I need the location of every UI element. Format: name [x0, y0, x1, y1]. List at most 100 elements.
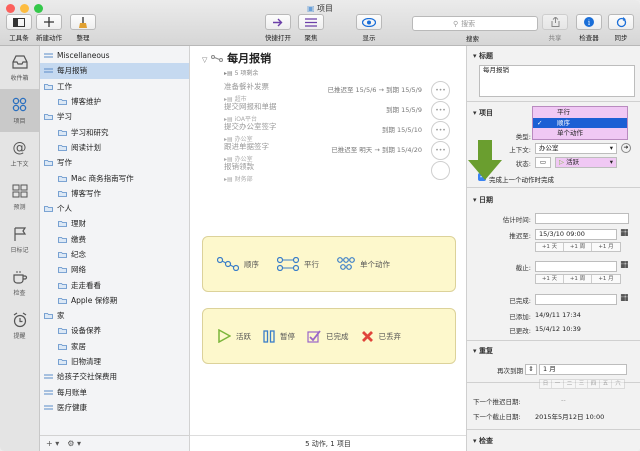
dates-section-header[interactable]: ▾ 日期 [473, 195, 493, 205]
task-status-circle[interactable]: ••• [431, 81, 450, 100]
perspective-rail: 收件箱 项目 @ 上下文 预测 日标记 检查 提醒 [0, 46, 40, 451]
sidebar-item[interactable]: 旧物清理 [40, 354, 189, 369]
add-button[interactable]: + ▾ [46, 439, 59, 448]
status-select[interactable]: ▷ 活跃 ▾ [555, 157, 617, 168]
rail-item-review[interactable]: 检查 [0, 261, 39, 304]
due-field[interactable] [535, 261, 617, 272]
review-section-header[interactable]: ▾ 检查 [473, 436, 493, 446]
sidebar-toggle-button[interactable]: 工具条 [6, 14, 32, 42]
folder-icon[interactable]: ▭ [535, 157, 551, 168]
context-select[interactable]: 办公室 ▾ [535, 143, 617, 154]
search-input[interactable]: ⚲ 搜索 [412, 16, 538, 31]
sidebar-item[interactable]: Miscellaneous [40, 48, 189, 63]
sidebar-item[interactable]: 家居 [40, 339, 189, 354]
weekday-toggle[interactable]: 一 [552, 380, 564, 388]
weekday-selector[interactable]: 日一二三四五六 [539, 379, 625, 389]
estimate-field[interactable] [535, 213, 629, 224]
weekday-toggle[interactable]: 三 [576, 380, 588, 388]
weekday-toggle[interactable]: 日 [540, 380, 552, 388]
folder-icon [58, 220, 67, 228]
type-menu-item[interactable]: ✓ 顺序 [533, 117, 627, 128]
sidebar-item[interactable]: Mac 商务指南写作 [40, 170, 189, 185]
type-menu-item[interactable]: 单个动作 [533, 128, 627, 139]
sidebar-item[interactable]: 理财 [40, 216, 189, 231]
weekday-toggle[interactable]: 四 [588, 380, 600, 388]
completed-field[interactable] [535, 294, 617, 305]
added-value: 14/9/11 17:34 [535, 311, 581, 319]
sidebar-item[interactable]: 医疗健康 [40, 400, 189, 415]
rail-item-forecast[interactable]: 预测 [0, 175, 39, 218]
sidebar-item[interactable]: 工作 [40, 79, 189, 94]
sidebar-item-label: 理财 [71, 219, 86, 229]
plus-month-button[interactable]: +1 月 [592, 243, 620, 251]
sidebar-item[interactable]: 阅读计划 [40, 140, 189, 155]
sidebar-item[interactable]: 给孩子交社保费用 [40, 369, 189, 384]
new-action-button[interactable]: 新建动作 [36, 14, 62, 42]
sidebar-item[interactable]: 每月账单 [40, 385, 189, 400]
weekday-toggle[interactable]: 五 [600, 380, 612, 388]
sidebar-item[interactable]: Apple 保修期 [40, 293, 189, 308]
task-status-circle[interactable]: ••• [431, 121, 450, 140]
task-row[interactable]: 跟进单据签字 ▸▤ 办公室 已推迟至 明天 → 到期 15/4/20 ••• [224, 141, 454, 163]
weekday-toggle[interactable]: 六 [612, 380, 624, 388]
calendar-icon[interactable]: ▦ [620, 228, 629, 238]
task-status-circle[interactable]: ••• [431, 141, 450, 160]
weekday-toggle[interactable]: 二 [564, 380, 576, 388]
type-menu-item[interactable]: 平行 [533, 107, 627, 118]
sidebar-item[interactable]: 学习和研究 [40, 124, 189, 139]
focus-button[interactable]: 聚焦 [298, 14, 324, 42]
defer-field[interactable]: 15/3/10 09:00 [535, 229, 617, 240]
sidebar-item[interactable]: 博客写作 [40, 186, 189, 201]
sidebar-item[interactable]: 写作 [40, 155, 189, 170]
alarm-clock-icon [13, 312, 26, 327]
task-status-circle[interactable]: ••• [431, 101, 450, 120]
defer-steppers[interactable]: +1 天 +1 周 +1 月 [535, 242, 621, 252]
calendar-icon[interactable]: ▦ [620, 293, 629, 303]
sidebar-item[interactable]: 网络 [40, 262, 189, 277]
sidebar-item[interactable]: 设备保养 [40, 323, 189, 338]
sidebar-item[interactable]: 学习 [40, 109, 189, 124]
plus-day-button[interactable]: +1 天 [536, 243, 564, 251]
calendar-icon[interactable]: ▦ [620, 260, 629, 270]
sidebar-item[interactable]: 家 [40, 308, 189, 323]
sidebar-item[interactable]: 博客维护 [40, 94, 189, 109]
project-title[interactable]: 每月报销 [227, 52, 271, 65]
title-field[interactable]: 每月报销 [479, 65, 635, 97]
sidebar-item[interactable]: 走走看看 [40, 277, 189, 292]
due-steppers[interactable]: +1 天 +1 周 +1 月 [535, 274, 621, 284]
task-name[interactable]: 报销领款 [224, 161, 454, 172]
rail-item-projects[interactable]: 项目 [0, 89, 39, 132]
view-button[interactable]: 显示 [356, 14, 382, 42]
quick-open-button[interactable]: 快捷打开 [265, 14, 291, 42]
task-status-circle[interactable] [431, 161, 450, 180]
inspector-button[interactable]: i 检查器 [576, 14, 602, 42]
task-row[interactable]: 报销领款 ▸▤ 财务部 [224, 161, 454, 183]
disclosure-triangle-icon[interactable]: ▽ [202, 56, 207, 64]
sidebar-item[interactable]: 纪念 [40, 247, 189, 262]
sidebar-item[interactable]: 缴费 [40, 232, 189, 247]
plus-week-button[interactable]: +1 周 [564, 275, 592, 283]
task-row[interactable]: 准备餐补发票 ▸▤ 超市 已推迟至 15/5/6 → 到期 15/5/9 ••• [224, 81, 454, 103]
title-section-header[interactable]: ▾ 标题 [473, 51, 493, 61]
repeat-mode-select[interactable]: ⇕ [525, 364, 537, 375]
rail-item-inbox[interactable]: 收件箱 [0, 46, 39, 89]
plus-day-button[interactable]: +1 天 [536, 275, 564, 283]
task-row[interactable]: 提交办公室签字 ▸▤ 办公室 到期 15/5/10 ••• [224, 121, 454, 143]
gear-button[interactable]: ⚙ ▾ [67, 439, 81, 448]
task-row[interactable]: 提交网报和单据 ▸▤ iOA平台 到期 15/5/9 ••• [224, 101, 454, 123]
clean-up-button[interactable]: 整理 [70, 14, 96, 42]
plus-week-button[interactable]: +1 周 [564, 243, 592, 251]
repeat-interval-field[interactable]: 1 月 [539, 364, 627, 375]
repeat-section-header[interactable]: ▾ 重复 [473, 346, 493, 356]
plus-month-button[interactable]: +1 月 [592, 275, 620, 283]
rail-item-contexts[interactable]: @ 上下文 [0, 132, 39, 175]
sidebar-item[interactable]: 每月报销 [40, 63, 189, 79]
changed-label: 已更改: [509, 327, 531, 335]
share-button[interactable]: 共享 [542, 14, 568, 42]
rail-item-reminders[interactable]: 提醒 [0, 304, 39, 347]
sync-button[interactable]: 同步 [608, 14, 634, 42]
context-goto-icon[interactable]: ➜ [621, 143, 631, 153]
rail-item-flagged[interactable]: 日标记 [0, 218, 39, 261]
sidebar-item[interactable]: 个人 [40, 201, 189, 216]
project-section-header[interactable]: ▾ 项目 [473, 108, 493, 118]
